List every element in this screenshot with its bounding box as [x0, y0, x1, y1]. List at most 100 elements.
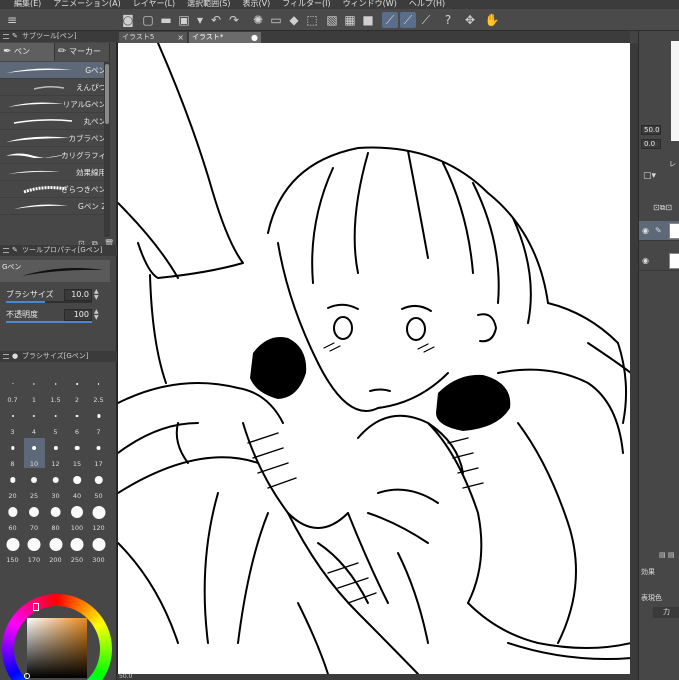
snap-ruler-icon[interactable]: ⟋: [382, 12, 398, 28]
brush-size-option[interactable]: 8: [2, 438, 23, 468]
brush-size-option[interactable]: 100: [67, 502, 88, 532]
new-file-icon[interactable]: ▢: [140, 12, 156, 28]
grip-icon[interactable]: [3, 248, 9, 253]
brush-size-option[interactable]: 40: [67, 470, 88, 500]
brush-item-g-pen-2[interactable]: Gペン 2: [0, 198, 110, 215]
canvas-horizontal-scrollbar[interactable]: [117, 674, 638, 680]
brush-item-kabura-pen[interactable]: カブラペン: [0, 130, 110, 147]
layer-tools-icon[interactable]: ⊡⧉⊡: [653, 203, 672, 213]
brush-size-option[interactable]: 4: [24, 406, 45, 436]
doc-tab-2[interactable]: イラスト* ●: [189, 32, 261, 43]
saturation-value-square[interactable]: [27, 618, 87, 678]
snap-special-ruler-icon[interactable]: ⟋: [400, 12, 416, 28]
brush-size-option[interactable]: 60: [2, 502, 23, 532]
opacity-slider[interactable]: [6, 321, 92, 323]
brush-item-effect-line[interactable]: 効果線用: [0, 164, 110, 181]
menu-edit[interactable]: 編集(E): [14, 0, 41, 9]
brush-item-maru-pen[interactable]: 丸ペン: [0, 113, 110, 130]
brush-size-option[interactable]: 12: [45, 438, 66, 468]
open-icon[interactable]: ▬: [158, 12, 174, 28]
navigator-angle-input[interactable]: 0.0: [641, 139, 661, 149]
eye-icon[interactable]: ◉: [642, 226, 649, 235]
brush-size-option[interactable]: 120: [88, 502, 109, 532]
brush-size-option[interactable]: 80: [45, 502, 66, 532]
drawing-canvas[interactable]: [117, 43, 630, 674]
canvas-vertical-scrollbar[interactable]: [630, 43, 638, 674]
eye-icon[interactable]: ◉: [642, 256, 649, 265]
display-color-select[interactable]: 力: [653, 607, 679, 618]
brush-size-option[interactable]: 150: [2, 534, 23, 564]
brush-size-option[interactable]: 10: [23, 438, 45, 468]
brush-size-option[interactable]: 5: [45, 406, 66, 436]
brush-size-option[interactable]: 6: [67, 406, 88, 436]
brush-size-option[interactable]: 20: [2, 470, 23, 500]
menu-grip-icon[interactable]: ≡: [4, 12, 20, 28]
brush-size-input[interactable]: 10.0: [64, 289, 92, 301]
modified-dot-icon[interactable]: ●: [251, 32, 258, 43]
transform-icon[interactable]: ⬚: [304, 12, 320, 28]
hue-ring[interactable]: [2, 594, 112, 680]
layer-blend-icon[interactable]: ▢▾: [643, 171, 656, 181]
brush-size-option[interactable]: 1.5: [45, 374, 66, 404]
brush-item-pencil[interactable]: えんぴつ: [0, 79, 110, 96]
tab-pen[interactable]: ✒ ペン: [0, 43, 55, 61]
save-icon[interactable]: ▣: [176, 12, 192, 28]
brush-item-calligraphy[interactable]: カリグラフィ: [0, 147, 110, 164]
close-icon[interactable]: ×: [177, 32, 184, 43]
fill-icon[interactable]: ◆: [286, 12, 302, 28]
crop-icon[interactable]: ▧: [324, 12, 340, 28]
brush-size-option[interactable]: 15: [67, 438, 88, 468]
opacity-stepper[interactable]: ▲ ▼: [94, 309, 102, 321]
brush-size-option[interactable]: 2: [67, 374, 88, 404]
hand-icon[interactable]: ✋: [484, 12, 500, 28]
brush-size-option[interactable]: 7: [88, 406, 109, 436]
brush-size-stepper[interactable]: ▲ ▼: [94, 289, 102, 301]
ruler-icon[interactable]: ⟋: [418, 12, 434, 28]
clear-icon[interactable]: ▭: [268, 12, 284, 28]
brush-size-option[interactable]: 2.5: [88, 374, 109, 404]
brush-size-option[interactable]: 250: [67, 534, 88, 564]
brush-size-option[interactable]: 3: [2, 406, 23, 436]
undo-icon[interactable]: ↶: [208, 12, 224, 28]
menu-layer[interactable]: レイヤー(L): [133, 0, 175, 9]
brush-size-option[interactable]: 50: [88, 470, 109, 500]
grip-icon[interactable]: [3, 34, 9, 39]
brush-size-option[interactable]: 17: [88, 438, 109, 468]
brush-size-option[interactable]: 30: [45, 470, 66, 500]
menu-window[interactable]: ウィンドウ(W): [343, 0, 397, 9]
brush-size-option[interactable]: 25: [24, 470, 45, 500]
menu-filter[interactable]: フィルター(I): [282, 0, 330, 9]
selection-icon[interactable]: ■: [360, 12, 376, 28]
opacity-input[interactable]: 100: [64, 309, 92, 321]
brush-item-rough-pen[interactable]: ざらつきペン: [0, 181, 110, 198]
brush-size-slider[interactable]: [6, 301, 92, 303]
navigator-zoom-input[interactable]: 50.0: [641, 125, 661, 135]
panel-icons[interactable]: ▤ ▤: [659, 551, 674, 559]
loading-icon[interactable]: ✺: [250, 12, 266, 28]
hue-marker[interactable]: [33, 603, 39, 611]
brush-list-scrollbar[interactable]: [104, 62, 110, 237]
move-icon[interactable]: ✥: [462, 12, 478, 28]
canvas-icon[interactable]: ◙: [120, 12, 136, 28]
help-icon[interactable]: ?: [440, 12, 456, 28]
dropdown-icon[interactable]: ▾: [192, 12, 208, 28]
layer-row[interactable]: ◉ ✎: [639, 221, 679, 241]
menu-view[interactable]: 表示(V): [243, 0, 271, 9]
brush-size-option[interactable]: 300: [88, 534, 109, 564]
doc-tab-1[interactable]: イラスト5 ×: [119, 32, 187, 43]
scrollbar-thumb[interactable]: [105, 64, 109, 124]
menu-selection[interactable]: 選択範囲(S): [187, 0, 230, 9]
brush-item-real-g-pen[interactable]: リアルGペン: [0, 96, 110, 113]
menu-help[interactable]: ヘルプ(H): [409, 0, 445, 9]
grip-icon[interactable]: [3, 354, 9, 359]
brush-item-g-pen[interactable]: Gペン: [0, 62, 110, 79]
menu-animation[interactable]: アニメーション(A): [53, 0, 120, 9]
brush-size-option[interactable]: 0.7: [2, 374, 23, 404]
color-picker-marker[interactable]: [24, 673, 30, 679]
brush-size-option[interactable]: 70: [24, 502, 45, 532]
tab-marker[interactable]: ✏ マーカー: [55, 43, 110, 61]
brush-size-option[interactable]: 1: [24, 374, 45, 404]
layer-row[interactable]: ◉: [639, 251, 679, 271]
deselect-icon[interactable]: ▦: [342, 12, 358, 28]
redo-icon[interactable]: ↷: [226, 12, 242, 28]
